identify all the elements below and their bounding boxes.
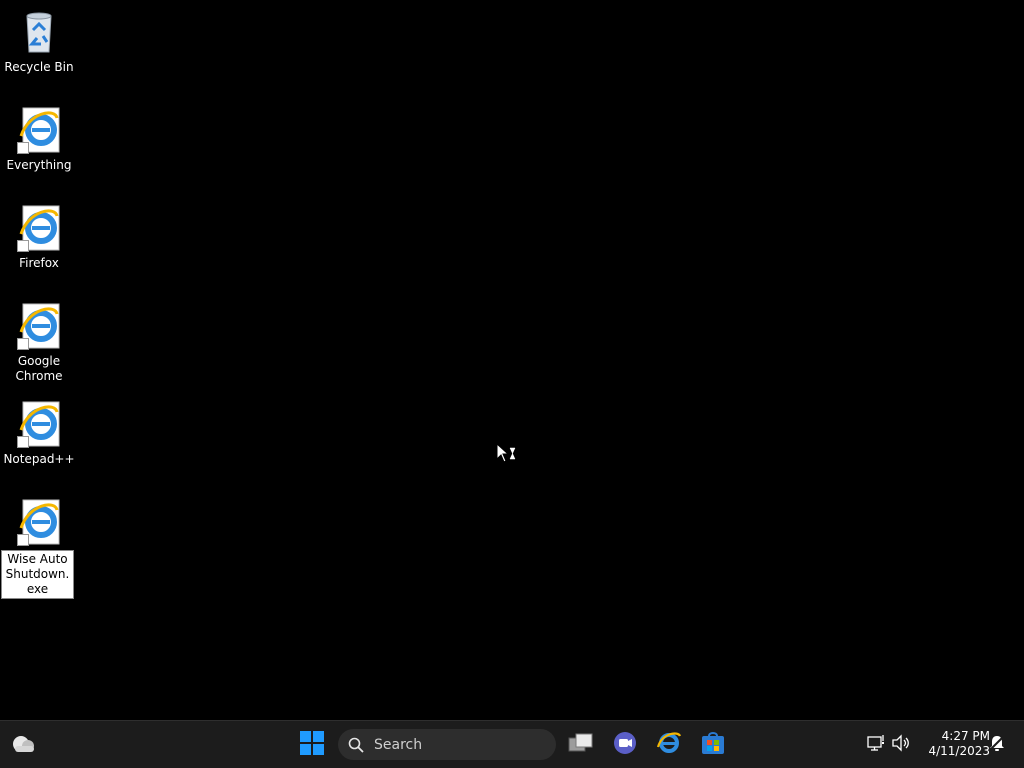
desktop-icon-wise-auto-shutdown[interactable]: Wise Auto Shutdown.exe [0,498,78,599]
network-icon [867,734,887,756]
weather-cloud-icon [10,732,36,758]
desktop[interactable]: Recycle Bin Everything Firefox Google Ch… [0,0,1024,720]
internet-explorer-icon [656,730,682,760]
start-icon [300,731,324,759]
recycle-bin-icon [15,8,63,56]
ie-shortcut-icon [15,106,63,154]
notifications-button[interactable] [986,729,1008,761]
desktop-icon-label: Firefox [19,256,59,270]
task-view-button[interactable] [566,729,596,761]
desktop-icon-label: Recycle Bin [4,60,74,74]
desktop-icon-label: Everything [6,158,72,172]
search-icon [348,737,364,753]
teams-chat-button[interactable] [610,729,640,761]
desktop-icon-everything[interactable]: Everything [0,106,78,173]
desktop-icon-notepad-plus-plus[interactable]: Notepad++ [0,400,78,467]
ie-shortcut-icon [15,204,63,252]
notification-icon [988,734,1006,756]
shortcut-arrow-icon [17,534,29,546]
taskbar: Search 4:27 PM 4/11/2023 [0,720,1024,768]
search-placeholder: Search [374,736,423,753]
teams-chat-icon [612,730,638,760]
volume-icon [891,734,911,756]
desktop-icon-label-editable[interactable]: Wise Auto Shutdown.exe [1,550,74,599]
weather-widget-button[interactable] [6,729,40,761]
clock-date: 4/11/2023 [928,744,990,758]
network-button[interactable] [866,729,888,761]
desktop-icon-google-chrome[interactable]: Google Chrome [0,302,78,384]
desktop-icon-label: Google Chrome [15,354,63,383]
shortcut-arrow-icon [17,338,29,350]
taskbar-search-box[interactable]: Search [338,729,556,760]
ie-shortcut-icon [15,498,63,546]
busy-cursor-icon [496,442,518,469]
desktop-icon-firefox[interactable]: Firefox [0,204,78,271]
microsoft-store-icon [701,731,725,759]
shortcut-arrow-icon [17,240,29,252]
desktop-icon-recycle-bin[interactable]: Recycle Bin [0,8,78,75]
taskbar-clock[interactable]: 4:27 PM 4/11/2023 [916,729,990,759]
ie-shortcut-icon [15,302,63,350]
volume-button[interactable] [890,729,912,761]
shortcut-arrow-icon [17,436,29,448]
clock-time: 4:27 PM [941,729,990,743]
shortcut-arrow-icon [17,142,29,154]
task-view-icon [568,733,594,757]
ie-shortcut-icon [15,400,63,448]
microsoft-store-button[interactable] [698,729,728,761]
start-button[interactable] [296,729,328,761]
desktop-icon-label: Notepad++ [3,452,75,466]
internet-explorer-button[interactable] [654,729,684,761]
